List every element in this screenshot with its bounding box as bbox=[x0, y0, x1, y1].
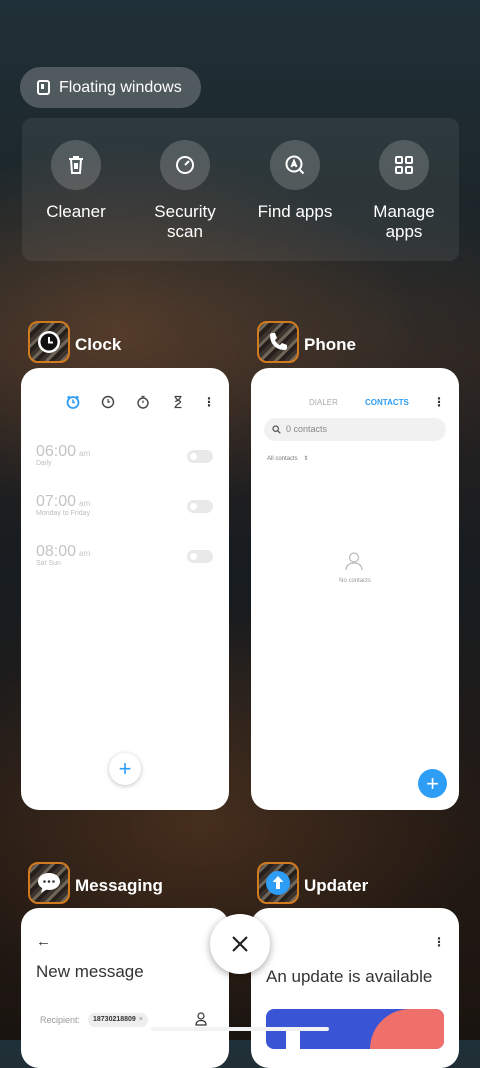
world-clock-tab-icon[interactable] bbox=[101, 395, 115, 414]
search-icon bbox=[272, 425, 281, 434]
alarm-repeat: Monday to Friday bbox=[36, 510, 91, 517]
manage-apps-label: Manage apps bbox=[373, 202, 435, 241]
more-options-icon[interactable]: ⋮ bbox=[433, 936, 445, 948]
alarm-tab-icon[interactable] bbox=[66, 395, 80, 414]
find-apps-label: Find apps bbox=[257, 202, 333, 221]
security-scan-button[interactable]: Security scan bbox=[130, 140, 240, 242]
updater-app-name: Updater bbox=[304, 876, 369, 895]
alarm-time: 07:00 am bbox=[36, 493, 91, 510]
updater-recent-card[interactable]: ⋮ An update is available bbox=[251, 908, 459, 1068]
phone-app-name: Phone bbox=[304, 335, 356, 354]
alarm-toggle[interactable] bbox=[187, 500, 213, 513]
clock-app-name: Clock bbox=[75, 335, 122, 354]
phone-icon bbox=[270, 333, 287, 350]
cleaner-label: Cleaner bbox=[46, 202, 106, 221]
add-alarm-button[interactable]: + bbox=[109, 753, 141, 785]
back-arrow-icon[interactable]: ← bbox=[36, 934, 51, 949]
more-options-icon[interactable]: ⋮ bbox=[433, 396, 445, 408]
tab-contacts[interactable]: CONTACTS bbox=[365, 398, 409, 407]
updater-app-icon[interactable] bbox=[257, 862, 299, 904]
contacts-filter-label: All contacts bbox=[267, 456, 298, 462]
empty-state-text: No contacts bbox=[339, 578, 371, 584]
alarm-time: 06:00 am bbox=[36, 443, 91, 460]
update-arrow-icon bbox=[266, 871, 290, 895]
search-placeholder: 0 contacts bbox=[286, 424, 328, 434]
grid-icon bbox=[379, 140, 429, 190]
contacts-filter[interactable]: All contacts ⇕ bbox=[267, 455, 308, 462]
person-icon bbox=[345, 552, 363, 571]
alarm-time: 08:00 am bbox=[36, 543, 91, 560]
floating-windows-label: Floating windows bbox=[59, 78, 182, 96]
security-scan-label: Security scan bbox=[154, 202, 216, 241]
clock-recent-card[interactable]: ⋮ 06:00 am Daily 07:00 am Monday to Friday… bbox=[21, 368, 229, 810]
recipient-chip[interactable]: 18730218809 × bbox=[88, 1013, 148, 1027]
find-apps-icon bbox=[270, 140, 320, 190]
sort-arrows-icon: ⇕ bbox=[303, 456, 309, 462]
alarm-repeat: Sat Sun bbox=[36, 560, 61, 567]
home-indicator[interactable] bbox=[151, 1027, 329, 1031]
alarm-toggle[interactable] bbox=[187, 550, 213, 563]
alarm-repeat: Daily bbox=[36, 460, 52, 467]
more-options-icon[interactable]: ⋮ bbox=[203, 396, 215, 408]
trash-icon bbox=[51, 140, 101, 190]
contact-picker-icon[interactable] bbox=[195, 1012, 207, 1026]
new-message-title: New message bbox=[36, 962, 144, 981]
cleaner-button[interactable]: Cleaner bbox=[21, 140, 131, 222]
remove-recipient-icon[interactable]: × bbox=[139, 1016, 143, 1023]
contacts-search-input[interactable]: 0 contacts bbox=[264, 418, 446, 441]
timer-tab-icon[interactable] bbox=[171, 395, 185, 414]
manage-apps-button[interactable]: Manage apps bbox=[349, 140, 459, 242]
tab-dialer[interactable]: DIALER bbox=[309, 398, 338, 407]
find-apps-button[interactable]: Find apps bbox=[240, 140, 350, 222]
floating-windows-button[interactable]: Floating windows bbox=[20, 67, 201, 108]
phone-recent-card[interactable]: DIALER CONTACTS ⋮ 0 contacts All contact… bbox=[251, 368, 459, 810]
clock-app-icon[interactable] bbox=[28, 321, 70, 363]
stopwatch-tab-icon[interactable] bbox=[136, 395, 150, 414]
clear-all-button[interactable] bbox=[210, 914, 270, 974]
security-scan-icon bbox=[160, 140, 210, 190]
messaging-app-icon[interactable] bbox=[28, 862, 70, 904]
recipient-label: Recipient: bbox=[40, 1015, 81, 1025]
messaging-recent-card[interactable]: ← New message Recipient: 18730218809 × bbox=[21, 908, 229, 1068]
close-icon bbox=[232, 936, 248, 952]
phone-app-icon[interactable] bbox=[257, 321, 299, 363]
recipient-chip-number: 18730218809 bbox=[93, 1016, 136, 1023]
floating-window-icon bbox=[37, 80, 50, 95]
messaging-app-name: Messaging bbox=[75, 876, 163, 895]
alarm-toggle[interactable] bbox=[187, 450, 213, 463]
add-contact-button[interactable]: + bbox=[418, 769, 447, 798]
quick-actions-panel: Cleaner Security scan Find apps Manage a… bbox=[22, 118, 459, 261]
clock-icon bbox=[38, 331, 60, 353]
message-bubble-icon bbox=[38, 873, 60, 893]
update-available-title: An update is available bbox=[266, 967, 433, 986]
